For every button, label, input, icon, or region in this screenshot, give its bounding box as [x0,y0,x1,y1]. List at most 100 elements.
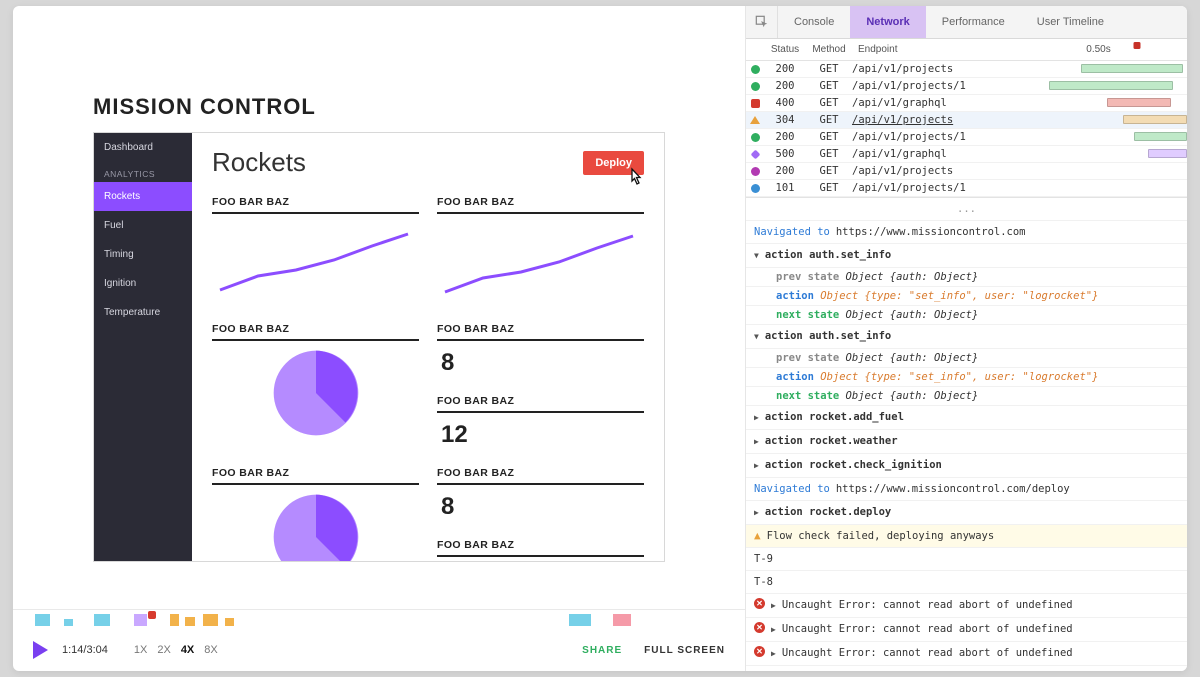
log-state-line[interactable]: next state Object {auth: Object} [746,387,1187,406]
timeline-event-marker[interactable] [35,614,50,626]
timeline-event-marker[interactable] [203,614,218,626]
network-request-row[interactable]: 200GET/api/v1/projects [746,61,1187,78]
sidebar-item[interactable]: Rockets [94,182,192,211]
status-code: 101 [764,182,806,194]
stat-value: 8 [437,491,644,527]
widget-title: FOO BAR BAZ [437,196,644,214]
disclosure-triangle-icon[interactable] [771,622,776,637]
network-table-header: Status Method Endpoint 0.50s [746,39,1187,61]
disclosure-triangle-icon[interactable] [754,248,759,263]
timeline-event-marker[interactable] [134,614,147,626]
widget-title: FOO BAR BAZ [212,467,419,485]
sidebar-item[interactable]: Fuel [94,211,192,240]
error-icon: ✕ [754,598,765,609]
status-indicator-icon [751,99,760,108]
timeline-event-marker[interactable] [170,614,179,626]
share-button[interactable]: SHARE [582,645,622,656]
tab-console[interactable]: Console [778,6,850,38]
disclosure-triangle-icon[interactable] [754,434,759,449]
app-title: MISSION CONTROL [93,94,665,120]
col-endpoint[interactable]: Endpoint [852,44,1010,55]
deploy-button[interactable]: Deploy [583,151,644,175]
disclosure-triangle-icon[interactable] [754,329,759,344]
element-picker-icon[interactable] [746,6,778,38]
disclosure-triangle-icon[interactable] [754,505,759,520]
status-indicator-icon [751,133,760,142]
timeline-event-marker[interactable] [94,614,110,626]
log-state-line[interactable]: action Object {type: "set_info", user: "… [746,368,1187,387]
log-state-line[interactable]: action Object {type: "set_info", user: "… [746,287,1187,306]
log-error[interactable]: ✕ Uncaught Error: cannot read abort of u… [746,642,1187,666]
session-timeline[interactable] [13,609,745,629]
network-request-row[interactable]: 200GET/api/v1/projects/1 [746,78,1187,95]
playhead-icon[interactable] [148,611,156,619]
log-action[interactable]: action auth.set_info [746,325,1187,349]
network-request-row[interactable]: 400GET/api/v1/graphql [746,95,1187,112]
http-method: GET [806,114,852,126]
waterfall-bar [1123,115,1187,124]
sidebar-item[interactable]: Timing [94,240,192,269]
stat-widget-3: FOO BAR BAZ 8 [437,467,644,527]
play-button[interactable] [33,641,48,659]
sidebar-item[interactable]: Ignition [94,269,192,298]
timeline-event-marker[interactable] [64,614,73,626]
speed-selector: 1X 2X 4X 8X [134,644,228,656]
speed-option[interactable]: 4X [181,644,194,656]
tab-network[interactable]: Network [850,6,925,38]
log-state-line[interactable]: next state Object {auth: Object} [746,306,1187,325]
tab-user-timeline[interactable]: User Timeline [1021,6,1120,38]
status-indicator-icon [750,116,760,124]
fullscreen-button[interactable]: FULL SCREEN [644,645,725,656]
log-action[interactable]: action rocket.add_fuel [746,406,1187,430]
line-chart-widget-1: FOO BAR BAZ [212,196,419,311]
app-sidebar: DashboardANALYTICSRocketsFuelTimingIgnit… [94,133,192,561]
log-error[interactable]: ✕ Uncaught Error: cannot read abort of u… [746,594,1187,618]
waterfall-bar [1081,64,1184,73]
stat-widget-1: FOO BAR BAZ 8 [437,323,644,383]
timeline-event-marker[interactable] [185,614,195,626]
app-content: Rockets Deploy FOO BAR BAZ [192,133,664,561]
endpoint: /api/v1/projects [852,63,1010,75]
col-status[interactable]: Status [764,44,806,55]
widget-title: FOO BAR BAZ [437,323,644,341]
log-state-line[interactable]: prev state Object {auth: Object} [746,349,1187,368]
http-method: GET [806,63,852,75]
col-waterfall[interactable]: 0.50s [1010,44,1187,55]
devtools-pane: Console Network Performance User Timelin… [746,6,1187,671]
timeline-event-marker[interactable] [613,614,631,626]
network-request-row[interactable]: 101GET/api/v1/projects/1 [746,180,1187,197]
speed-option[interactable]: 2X [157,644,170,656]
network-request-row[interactable]: 304GET/api/v1/projects [746,112,1187,129]
log-navigation: Navigated to https://www.missioncontrol.… [746,221,1187,244]
http-method: GET [806,148,852,160]
speed-option[interactable]: 8X [204,644,217,656]
log-action[interactable]: action auth.set_info [746,244,1187,268]
disclosure-triangle-icon[interactable] [771,646,776,661]
speed-option[interactable]: 1X [134,644,147,656]
timeline-event-marker[interactable] [225,614,234,626]
log-state-line[interactable]: prev state Object {auth: Object} [746,268,1187,287]
sidebar-item[interactable]: Temperature [94,298,192,327]
network-request-row[interactable]: 500GET/api/v1/graphql [746,146,1187,163]
col-method[interactable]: Method [806,44,852,55]
disclosure-triangle-icon[interactable] [754,458,759,473]
disclosure-triangle-icon[interactable] [754,410,759,425]
log-warning: ▲ Flow check failed, deploying anyways [746,525,1187,548]
error-icon: ✕ [754,622,765,633]
endpoint: /api/v1/projects/1 [852,131,1010,143]
log-action[interactable]: action rocket.deploy [746,501,1187,525]
log-error[interactable]: ✕ Uncaught Error: cannot read abort of u… [746,618,1187,642]
timeline-event-marker[interactable] [569,614,591,626]
log-line: T-9 [746,548,1187,571]
log-action[interactable]: action rocket.check_ignition [746,454,1187,478]
status-code: 200 [764,63,806,75]
disclosure-triangle-icon[interactable] [771,598,776,613]
sidebar-item[interactable]: Dashboard [94,133,192,162]
status-code: 200 [764,80,806,92]
tab-performance[interactable]: Performance [926,6,1021,38]
status-code: 400 [764,97,806,109]
network-request-row[interactable]: 200GET/api/v1/projects [746,163,1187,180]
devtools-tabs: Console Network Performance User Timelin… [746,6,1187,39]
network-request-row[interactable]: 200GET/api/v1/projects/1 [746,129,1187,146]
log-action[interactable]: action rocket.weather [746,430,1187,454]
